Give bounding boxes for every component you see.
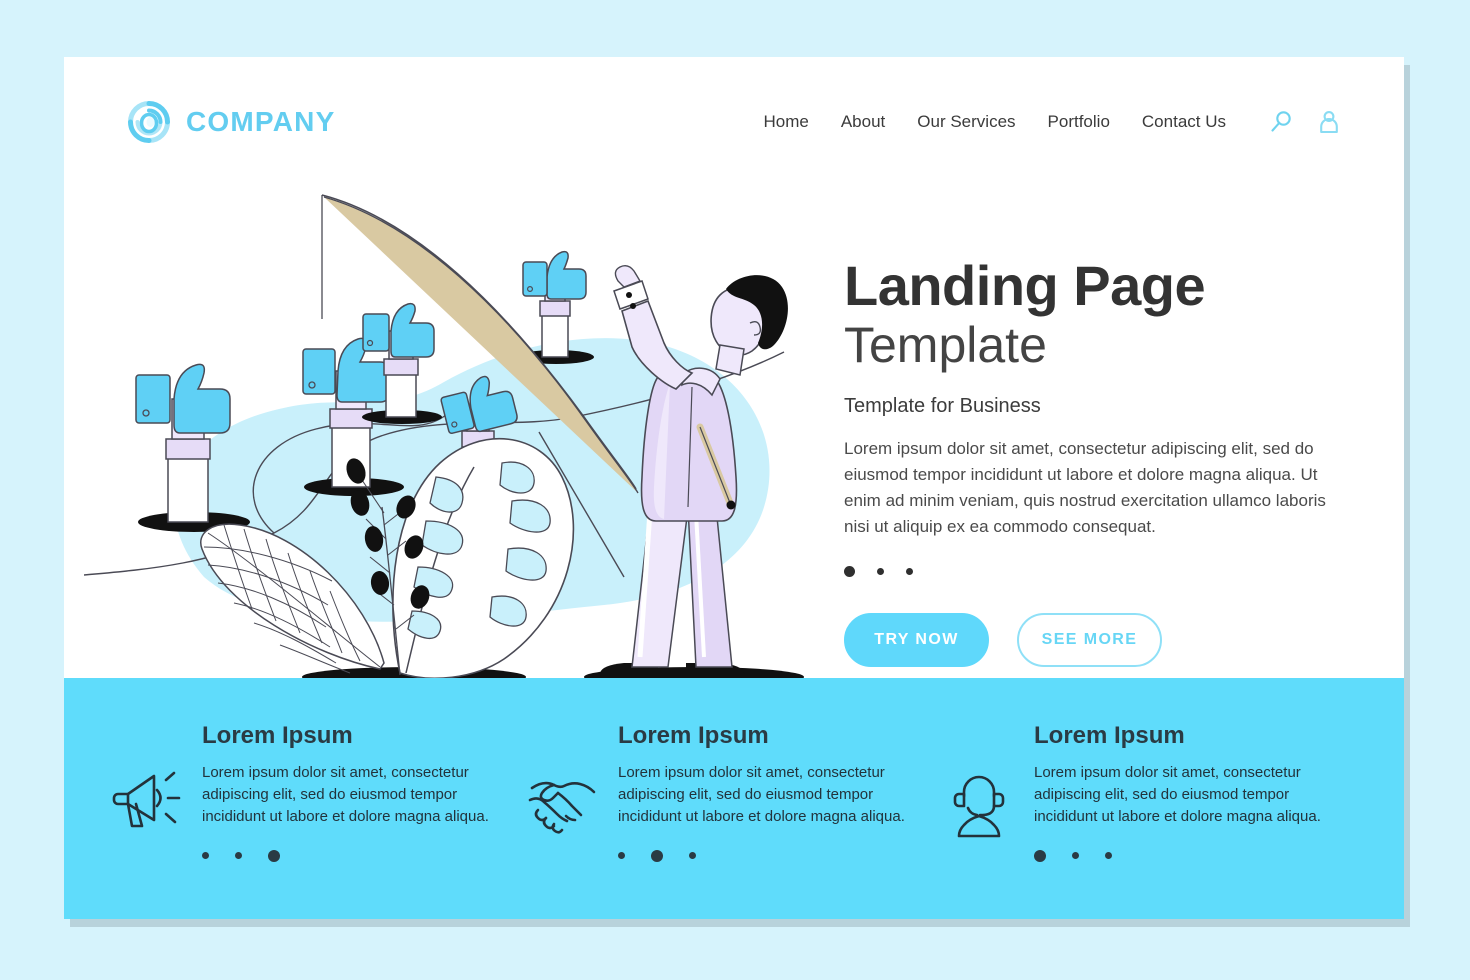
site-header: COMPANY Home About Our Services Portfoli… — [64, 57, 1404, 187]
landing-page-card: COMPANY Home About Our Services Portfoli… — [64, 57, 1404, 919]
page-subtitle: Template — [844, 317, 1047, 374]
hero-tagline: Template for Business — [844, 395, 1041, 418]
feature-dots-2 — [618, 849, 924, 862]
feature-dot-2-1[interactable] — [618, 852, 625, 860]
feature-card-2: Lorem Ipsum Lorem ipsum dolor sit amet, … — [526, 722, 942, 862]
feature-card-1: Lorem Ipsum Lorem ipsum dolor sit amet, … — [110, 722, 526, 862]
feature-dot-1-2[interactable] — [235, 852, 242, 860]
feature-body-2: Lorem Ipsum Lorem ipsum dolor sit amet, … — [618, 722, 924, 862]
feature-text-2: Lorem ipsum dolor sit amet, consectetur … — [618, 764, 905, 825]
feature-title-2: Lorem Ipsum — [618, 722, 769, 749]
feature-dots-3 — [1034, 849, 1340, 862]
feature-title-3: Lorem Ipsum — [1034, 722, 1185, 749]
page-title: Landing Page — [844, 254, 1206, 317]
feature-dot-3-1[interactable] — [1034, 849, 1046, 862]
feature-dot-2-2[interactable] — [651, 849, 663, 862]
hero-section: Landing Page Template Template for Busin… — [64, 187, 1404, 687]
feature-dots-1 — [202, 849, 508, 862]
headset-support-icon — [942, 764, 1016, 838]
feature-dot-2-3[interactable] — [689, 852, 696, 860]
brand-name: COMPANY — [186, 106, 336, 137]
feature-dot-3-3[interactable] — [1105, 852, 1112, 860]
hero-illustration — [83, 177, 824, 697]
main-navigation: Home About Our Services Portfolio Contac… — [747, 109, 1342, 135]
carousel-dot-2[interactable] — [877, 567, 884, 575]
feature-body-1: Lorem Ipsum Lorem ipsum dolor sit amet, … — [202, 722, 508, 862]
feature-card-3: Lorem Ipsum Lorem ipsum dolor sit amet, … — [942, 722, 1358, 862]
feature-body-3: Lorem Ipsum Lorem ipsum dolor sit amet, … — [1034, 722, 1340, 862]
try-now-button[interactable]: TRY NOW — [844, 612, 989, 667]
feature-title-1: Lorem Ipsum — [202, 722, 353, 749]
page-root: COMPANY Home About Our Services Portfoli… — [0, 0, 1470, 980]
feature-dot-1-1[interactable] — [202, 852, 209, 860]
features-section: Lorem Ipsum Lorem ipsum dolor sit amet, … — [64, 678, 1404, 919]
feature-text-3: Lorem ipsum dolor sit amet, consectetur … — [1034, 764, 1321, 825]
megaphone-icon — [110, 764, 184, 838]
hero-copy-block: Landing Page Template Template for Busin… — [844, 254, 1354, 667]
carousel-dot-3[interactable] — [906, 567, 913, 575]
nav-item-about[interactable]: About — [825, 112, 901, 132]
nav-item-our-services[interactable]: Our Services — [901, 112, 1031, 132]
handshake-icon — [526, 764, 600, 838]
carousel-dot-1[interactable] — [844, 565, 855, 577]
feature-text-1: Lorem ipsum dolor sit amet, consectetur … — [202, 764, 489, 825]
hero-cta-group: TRY NOW SEE MORE — [844, 612, 1354, 667]
nav-item-home[interactable]: Home — [747, 112, 824, 132]
nav-item-portfolio[interactable]: Portfolio — [1032, 112, 1126, 132]
nav-item-contact-us[interactable]: Contact Us — [1126, 112, 1242, 132]
hero-carousel-dots — [844, 565, 1354, 577]
feature-dot-3-2[interactable] — [1072, 852, 1079, 860]
search-icon[interactable] — [1268, 109, 1294, 135]
hero-description: Lorem ipsum dolor sit amet, consectetur … — [844, 439, 1326, 536]
brand-logo[interactable]: COMPANY — [126, 99, 335, 145]
feature-dot-1-3[interactable] — [268, 849, 280, 862]
header-icon-group — [1268, 109, 1342, 135]
swirl-circle-logo-icon — [126, 99, 172, 145]
user-account-icon[interactable] — [1316, 109, 1342, 135]
see-more-button[interactable]: SEE MORE — [1017, 612, 1162, 667]
